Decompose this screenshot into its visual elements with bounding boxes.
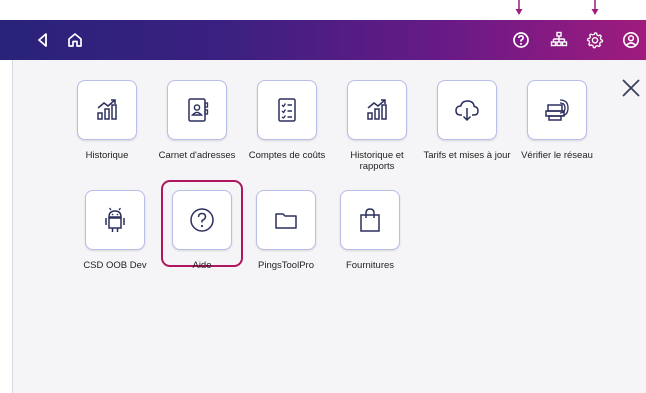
tile-box xyxy=(257,80,317,140)
back-icon[interactable] xyxy=(31,28,55,52)
app-tile-pingstoolpro[interactable]: PingsToolPro xyxy=(241,190,331,271)
tile-label: Comptes de coûts xyxy=(248,150,326,161)
tile-label: Aide xyxy=(192,260,212,271)
app-tile-fournitures[interactable]: Fournitures xyxy=(325,190,415,271)
app-tile-tarifs-mises-a-jour[interactable]: Tarifs et mises à jour xyxy=(422,80,512,161)
tile-box xyxy=(167,80,227,140)
app-tile-comptes-couts[interactable]: Comptes de coûts xyxy=(242,80,332,161)
app-tile-verifier-reseau[interactable]: Vérifier le réseau xyxy=(512,80,602,161)
tile-label: Historique et rapports xyxy=(350,150,404,172)
app-tile-aide[interactable]: Aide xyxy=(157,190,247,271)
home-icon[interactable] xyxy=(63,28,87,52)
shopping-bag-icon xyxy=(360,208,380,232)
tile-label: CSD OOB Dev xyxy=(83,260,147,271)
tile-box xyxy=(85,190,145,250)
tile-box xyxy=(340,190,400,250)
tile-box xyxy=(527,80,587,140)
tile-label: Carnet d'adresses xyxy=(158,150,236,161)
top-strip xyxy=(0,0,646,20)
top-bar xyxy=(0,20,646,60)
tile-box xyxy=(256,190,316,250)
arrow-down-icon xyxy=(591,0,599,15)
app-tile-historique[interactable]: Historique xyxy=(62,80,152,161)
network-icon[interactable] xyxy=(547,28,571,52)
help-icon[interactable] xyxy=(509,28,533,52)
tile-label: Tarifs et mises à jour xyxy=(423,150,511,161)
tile-label: PingsToolPro xyxy=(258,260,314,271)
close-icon[interactable] xyxy=(620,77,642,99)
tile-box xyxy=(347,80,407,140)
tile-label: Historique xyxy=(85,150,129,161)
chart-icon xyxy=(97,99,117,120)
tile-box xyxy=(437,80,497,140)
app-tile-carnet-adresses[interactable]: Carnet d'adresses xyxy=(152,80,242,161)
tile-label: Fournitures xyxy=(345,260,395,271)
address-book-icon xyxy=(188,98,209,122)
tile-box xyxy=(77,80,137,140)
help-icon xyxy=(190,208,214,232)
folder-icon xyxy=(275,213,297,229)
app-tile-csd-oob-dev[interactable]: CSD OOB Dev xyxy=(70,190,160,271)
network-check-icon xyxy=(545,99,569,121)
checklist-icon xyxy=(278,98,296,122)
cloud-download-icon xyxy=(455,100,479,122)
arrow-down-icon xyxy=(515,0,523,15)
tile-box xyxy=(172,190,232,250)
android-icon xyxy=(105,207,125,232)
account-icon[interactable] xyxy=(619,28,643,52)
chart-icon xyxy=(367,99,387,120)
app-tile-historique-rapports[interactable]: Historique et rapports xyxy=(332,80,422,172)
tile-label: Vérifier le réseau xyxy=(521,150,593,161)
settings-icon[interactable] xyxy=(583,28,607,52)
